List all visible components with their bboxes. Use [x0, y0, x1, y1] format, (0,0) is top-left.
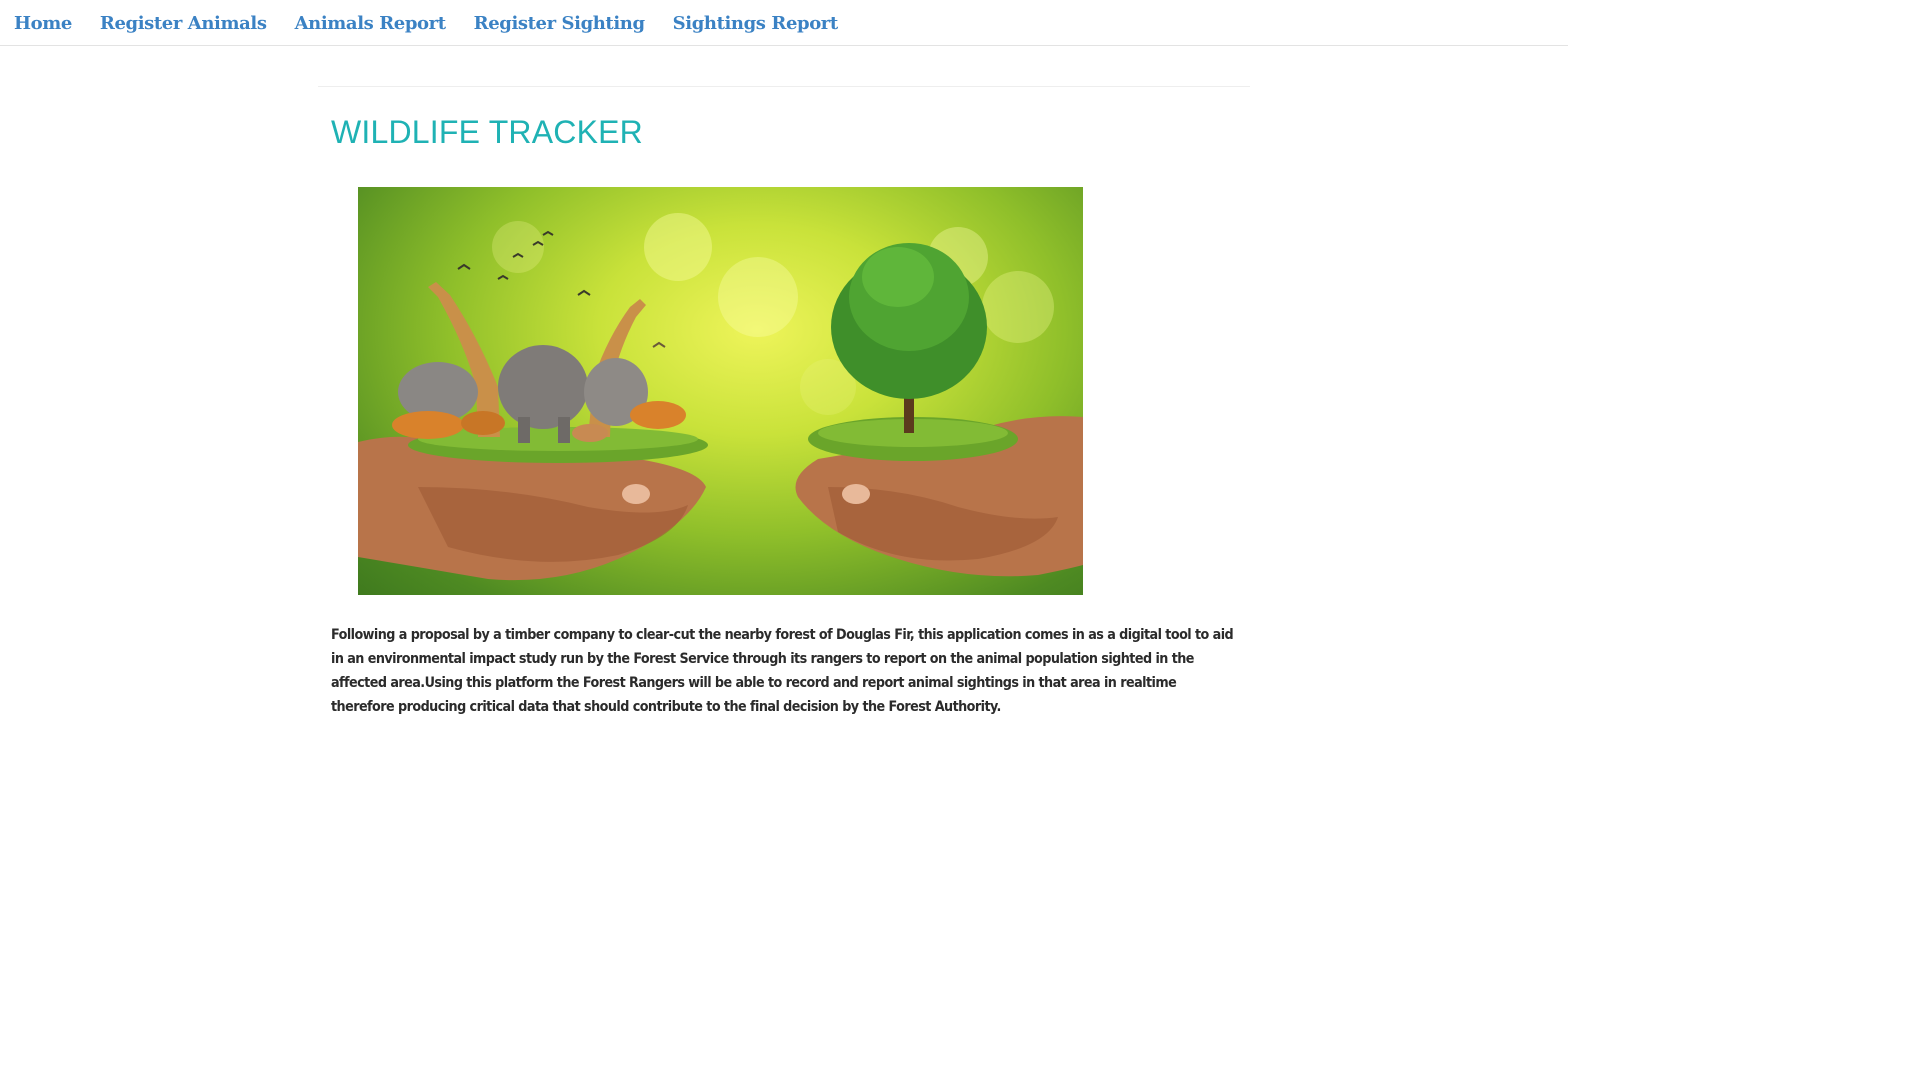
nav-home-link[interactable]: Home — [14, 13, 72, 34]
nav-list: Home Register Animals Animals Report Reg… — [0, 0, 1568, 46]
intro-paragraph: Following a proposal by a timber company… — [331, 627, 1234, 715]
top-navbar: Home Register Animals Animals Report Reg… — [0, 0, 1568, 46]
content-divider — [318, 86, 1250, 87]
nav-register-sighting-link[interactable]: Register Sighting — [474, 13, 645, 34]
hero-image — [358, 187, 1083, 595]
nav-register-animals-link[interactable]: Register Animals — [100, 13, 267, 34]
nav-sightings-report-link[interactable]: Sightings Report — [673, 13, 839, 34]
nav-animals-report-link[interactable]: Animals Report — [295, 13, 446, 34]
page-title: WILDLIFE TRACKER — [331, 114, 643, 150]
hero-illustration — [358, 213, 1083, 581]
